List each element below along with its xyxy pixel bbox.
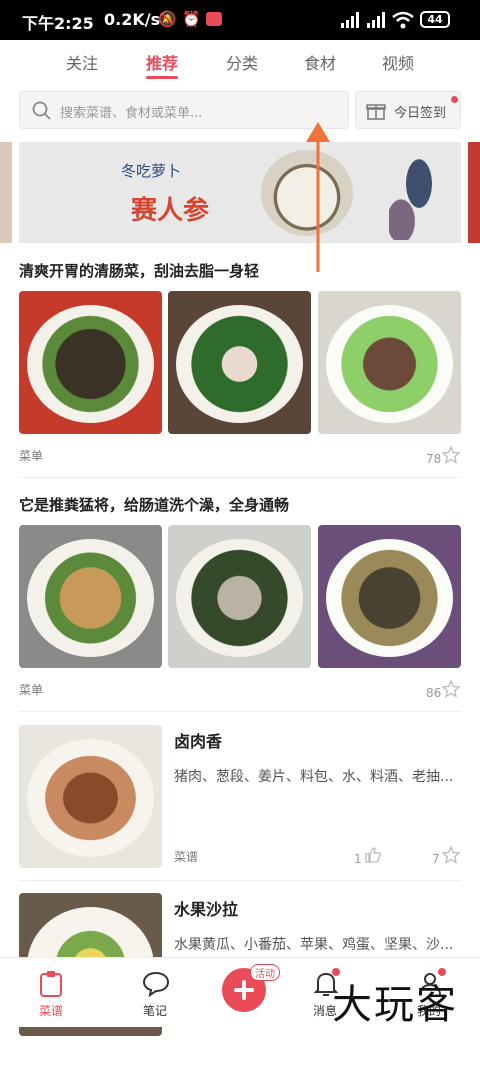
status-net-speed: 0.2K/s — [104, 10, 161, 29]
nav-label: 菜谱 — [38, 1004, 63, 1018]
recipe-title[interactable]: 卤肉香 — [174, 728, 222, 752]
thumbs-up-icon[interactable] — [364, 846, 382, 864]
nav-recipes[interactable]: 菜谱 — [16, 958, 86, 1028]
mute-icon: 🔕 — [158, 10, 177, 28]
banner-small-text: 冬吃萝卜 — [121, 162, 182, 180]
signal-icon — [341, 12, 359, 28]
tab-category[interactable]: 分类 — [226, 50, 258, 74]
divider — [19, 477, 461, 478]
activity-badge: 活动 — [250, 964, 280, 981]
recipe-image[interactable] — [19, 725, 162, 868]
battery-indicator: 44 — [420, 11, 450, 28]
collection-thumb[interactable] — [318, 525, 461, 668]
recipe-ingredients: 猪肉、葱段、姜片、料包、水、料酒、老抽... — [174, 769, 454, 785]
collection-type-label: 菜单 — [19, 449, 44, 463]
recipe-ingredients: 水果黄瓜、小番茄、苹果、鸡蛋、坚果、沙... — [174, 937, 454, 953]
recipe-title[interactable]: 水果沙拉 — [174, 896, 238, 920]
favorite-count: 86 — [426, 686, 442, 700]
banner-prev-peek[interactable] — [0, 142, 12, 243]
banner-big-text: 赛人参 — [131, 196, 210, 226]
collection-thumb[interactable] — [19, 525, 162, 668]
favorite-count: 78 — [426, 452, 442, 466]
banner-vegetable-image — [389, 146, 449, 240]
recipe-type-label: 菜谱 — [174, 850, 199, 864]
tab-video[interactable]: 视频 — [382, 50, 414, 74]
banner-next-peek[interactable] — [468, 142, 480, 243]
collection-title[interactable]: 清爽开胃的清肠菜，刮油去脂一身轻 — [19, 260, 259, 281]
wifi-icon — [392, 11, 414, 29]
star-icon[interactable] — [442, 446, 460, 464]
checkin-label: 今日签到 — [394, 106, 447, 121]
app-screen: 关注 推荐 分类 食材 视频 搜索菜谱、食材或菜单... 今日签到 冬吃萝卜 赛… — [0, 40, 480, 1067]
signal-icon-2 — [367, 12, 385, 28]
collection-thumb[interactable] — [168, 291, 311, 434]
search-placeholder: 搜索菜谱、食材或菜单... — [60, 106, 203, 121]
chat-bubble-icon — [142, 971, 170, 998]
like-count: 1 — [354, 852, 362, 866]
recipe-book-icon — [40, 971, 62, 997]
tab-ingredients[interactable]: 食材 — [304, 50, 336, 74]
top-tab-bar: 关注 推荐 分类 食材 视频 — [0, 40, 480, 84]
collection-type-label: 菜单 — [19, 683, 44, 697]
checkin-red-dot — [451, 96, 458, 103]
nav-notes[interactable]: 笔记 — [120, 958, 190, 1028]
divider — [19, 880, 461, 881]
tab-follow[interactable]: 关注 — [66, 50, 98, 74]
favorite-count: 7 — [432, 852, 440, 866]
daily-checkin-button[interactable]: 今日签到 — [355, 91, 461, 129]
status-bar: 下午2:25 0.2K/s 🔕 ⏰ 44 — [0, 0, 480, 40]
collection-title[interactable]: 它是推粪猛将，给肠道洗个澡，全身通畅 — [19, 494, 289, 515]
gift-icon — [366, 104, 386, 120]
collection-thumb[interactable] — [318, 291, 461, 434]
site-watermark: 大玩客 — [332, 982, 458, 1028]
active-tab-indicator — [146, 76, 178, 79]
star-icon[interactable] — [442, 680, 460, 698]
star-icon[interactable] — [442, 846, 460, 864]
promo-banner[interactable]: 冬吃萝卜 赛人参 — [19, 142, 461, 243]
divider — [19, 711, 461, 712]
alarm-icon: ⏰ — [182, 10, 201, 28]
tab-recommend[interactable]: 推荐 — [146, 50, 178, 74]
collection-thumb[interactable] — [19, 291, 162, 434]
search-icon — [32, 101, 51, 120]
swipe-up-arrow — [306, 122, 330, 272]
app-notify-icon — [206, 12, 222, 26]
collection-thumb[interactable] — [168, 525, 311, 668]
status-time: 下午2:25 — [22, 14, 94, 33]
nav-label: 笔记 — [142, 1004, 167, 1018]
